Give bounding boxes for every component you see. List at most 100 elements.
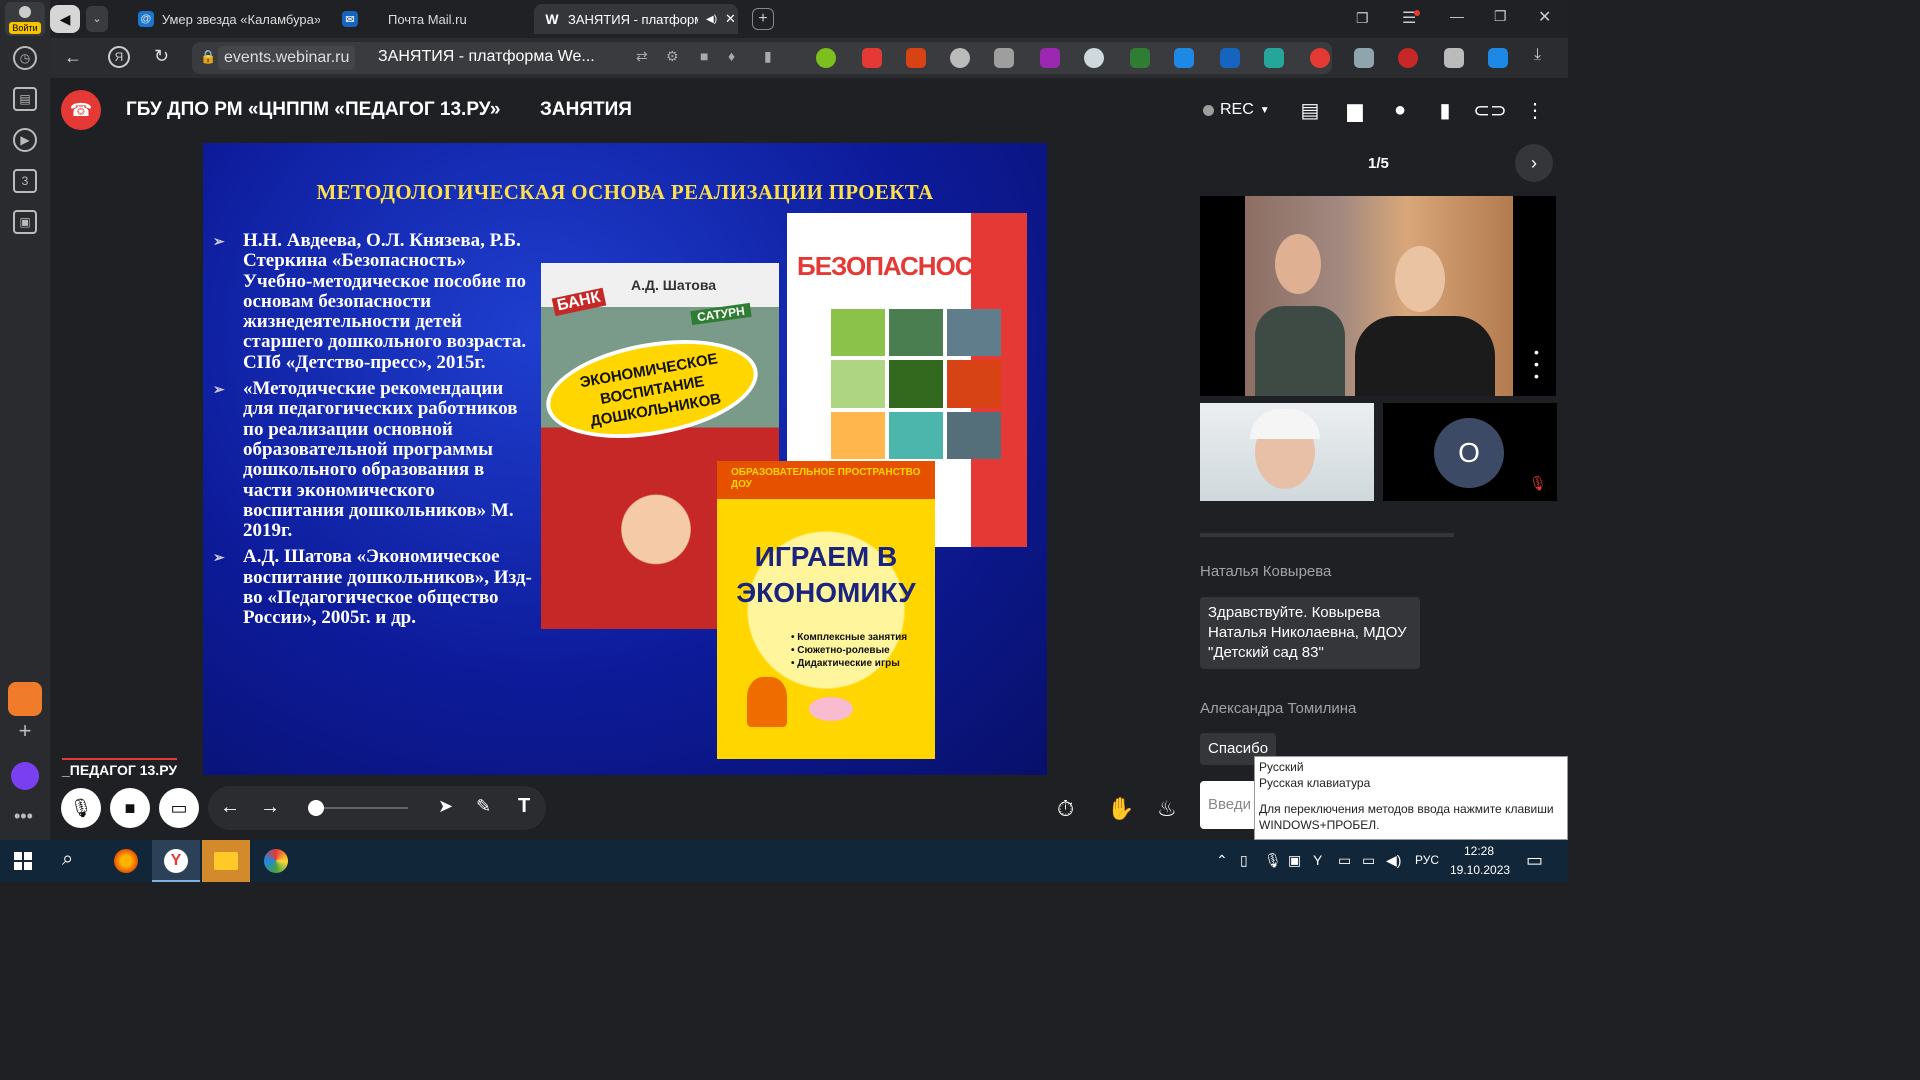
collections-icon[interactable]: ▤	[13, 87, 37, 111]
battery-icon[interactable]: ▭	[1338, 852, 1351, 869]
microphone-icon[interactable]: ♦	[728, 48, 735, 64]
clock-time[interactable]: 12:28	[1464, 844, 1494, 858]
tabs-icon[interactable]: ❐	[1356, 10, 1369, 27]
login-button[interactable]: Войти	[5, 2, 45, 36]
extension-icon[interactable]: ⚙	[666, 48, 679, 65]
clock-date[interactable]: 19.10.2023	[1450, 863, 1510, 877]
pen-icon[interactable]: ✎	[476, 796, 491, 817]
extension-icon[interactable]	[994, 48, 1014, 68]
yandex-icon[interactable]: Я	[108, 46, 130, 68]
tray-chevron-icon[interactable]: ⌃	[1216, 852, 1228, 869]
chevron-down-icon[interactable]: ⌄	[86, 6, 108, 32]
file-icon[interactable]: ▮	[1433, 98, 1457, 122]
close-icon[interactable]: ✕	[725, 11, 736, 27]
agenda-icon[interactable]: ▤	[1298, 98, 1322, 122]
extension-icon[interactable]	[1488, 48, 1508, 68]
address-bar[interactable]: 🔒 events.webinar.ru ЗАНЯТИЯ - платформа …	[192, 42, 1332, 74]
tab-2[interactable]: ✉ Почта Mail.ru	[334, 4, 524, 34]
maximize-icon[interactable]: ❐	[1494, 8, 1507, 25]
next-slide-icon[interactable]: →	[260, 796, 280, 819]
microphone-tray-icon[interactable]: 🎙	[1264, 852, 1282, 869]
extension-icon[interactable]	[816, 48, 836, 68]
paint-icon[interactable]	[264, 849, 288, 873]
extension-icon[interactable]	[1174, 48, 1194, 68]
extension-icon[interactable]	[1310, 48, 1330, 68]
yandex-tray-icon[interactable]: Y	[1313, 852, 1322, 868]
new-tab-icon[interactable]: +	[752, 8, 774, 30]
app-icon[interactable]	[8, 682, 42, 716]
minimize-icon[interactable]: —	[1450, 8, 1464, 24]
extension-icon[interactable]	[1220, 48, 1240, 68]
tab-3[interactable]: W ЗАНЯТИЯ - платформа Webinar ◀) ✕	[534, 4, 738, 34]
slider-handle[interactable]	[308, 800, 324, 816]
video-tile-main[interactable]: • • •	[1200, 196, 1556, 396]
rec-button[interactable]: REC ▼	[1203, 101, 1270, 119]
translate-icon[interactable]: ⇄	[636, 48, 648, 65]
extension-icon[interactable]	[906, 48, 926, 68]
reload-icon[interactable]: ↻	[154, 46, 169, 67]
leave-call-button[interactable]: ☎	[61, 90, 101, 130]
person-body	[1355, 316, 1495, 396]
search-icon[interactable]: ⌕	[62, 848, 73, 871]
alice-icon[interactable]	[11, 762, 39, 790]
zoom-slider[interactable]	[308, 800, 408, 816]
chat-icon[interactable]: ▆	[1343, 98, 1367, 122]
link-icon[interactable]: ⊂⊃	[1473, 98, 1507, 122]
timer-icon[interactable]: ⏱	[1057, 796, 1074, 822]
screenshot-icon[interactable]: ▣	[13, 210, 37, 234]
badge-number-icon[interactable]: 3	[13, 169, 37, 193]
pointer-icon[interactable]: ➤	[438, 796, 453, 817]
back-icon[interactable]: ←	[64, 47, 82, 68]
usb-icon[interactable]: ▯	[1240, 852, 1248, 869]
bookmark-icon[interactable]: ▮	[764, 48, 772, 65]
file-explorer-icon[interactable]	[202, 840, 250, 882]
microphone-button[interactable]: 🎙	[61, 788, 101, 828]
app-tray-icon[interactable]: ▣	[1288, 852, 1301, 869]
firefox-icon[interactable]	[114, 849, 138, 873]
video-icon[interactable]: ▶	[13, 128, 37, 152]
camera-icon[interactable]: ■	[700, 48, 708, 64]
more-icon[interactable]: ⋮	[1523, 98, 1547, 122]
history-icon[interactable]: ◷	[13, 46, 37, 70]
more-icon[interactable]: •••	[14, 806, 33, 827]
sound-icon[interactable]: ◀	[50, 5, 80, 33]
extension-icon[interactable]	[862, 48, 882, 68]
download-icon[interactable]: ⤓	[1534, 46, 1541, 64]
extension-icon[interactable]	[1354, 48, 1374, 68]
volume-icon[interactable]: ◀)	[1386, 852, 1401, 869]
extension-icon[interactable]	[1444, 48, 1464, 68]
add-icon[interactable]: +	[14, 720, 36, 742]
tooltip-line: Русский	[1259, 760, 1304, 774]
notifications-icon[interactable]: ▭	[1526, 850, 1543, 871]
avatar: О	[1434, 418, 1504, 488]
network-icon[interactable]: ▭	[1362, 852, 1375, 869]
child-photo	[601, 463, 711, 629]
screen-share-button[interactable]: ▭	[159, 788, 199, 828]
browser-toolbar: ← Я ↻ 🔒 events.webinar.ru ЗАНЯТИЯ - плат…	[50, 38, 1568, 78]
raise-hand-icon[interactable]: ✋	[1107, 796, 1134, 822]
text-tool-icon[interactable]: T	[518, 795, 530, 818]
window-close-icon[interactable]: ✕	[1538, 7, 1551, 27]
extension-icon[interactable]	[1264, 48, 1284, 68]
tab-label: ЗАНЯТИЯ - платформа Webinar	[568, 11, 698, 27]
participants-icon[interactable]: ●	[1388, 98, 1412, 122]
extension-icon[interactable]	[1084, 48, 1104, 68]
book-title: ИГРАЕМ В ЭКОНОМИКУ	[736, 541, 916, 608]
extension-icon[interactable]	[1040, 48, 1060, 68]
prev-slide-icon[interactable]: ←	[220, 796, 240, 819]
tab-1[interactable]: @ Умер звезда «Каламбура»	[130, 4, 320, 34]
language-indicator[interactable]: РУС	[1415, 853, 1439, 867]
video-tile-small[interactable]	[1200, 403, 1374, 501]
extension-icon[interactable]	[1398, 48, 1418, 68]
extension-icon[interactable]	[1130, 48, 1150, 68]
windows-start-icon[interactable]	[14, 852, 32, 870]
reactions-icon[interactable]: ♨	[1157, 796, 1177, 822]
camera-button[interactable]: ■	[110, 788, 150, 828]
mail-icon: @	[138, 11, 154, 27]
next-slide-button[interactable]: ›	[1515, 144, 1553, 182]
video-tile-avatar[interactable]: О 🎙	[1383, 403, 1557, 501]
more-icon[interactable]: •••	[1534, 345, 1539, 383]
tab-label: Умер звезда «Каламбура»	[161, 11, 320, 27]
extension-icon[interactable]	[950, 48, 970, 68]
yandex-browser-icon[interactable]: Y	[152, 840, 200, 882]
